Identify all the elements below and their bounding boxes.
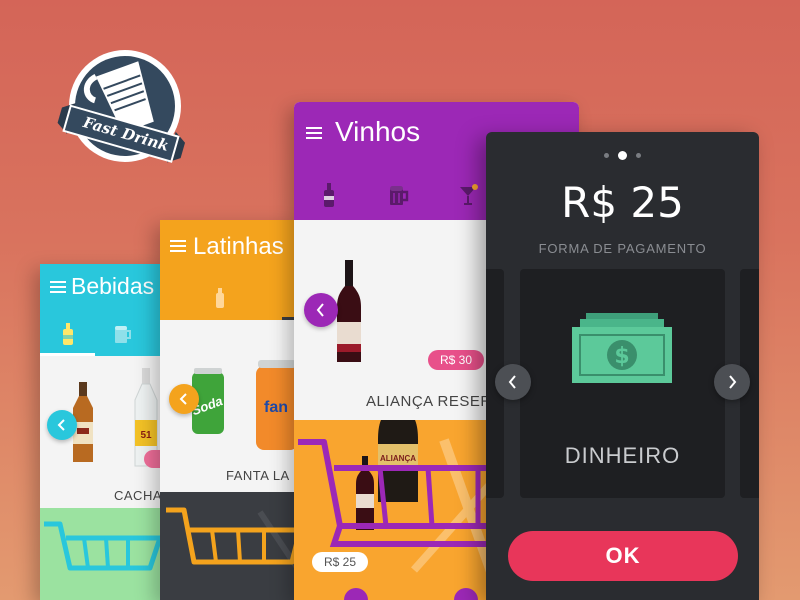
- menu-icon[interactable]: [50, 281, 66, 293]
- wine-bottle-image: [337, 260, 361, 362]
- bebidas-cart-area: [40, 508, 170, 600]
- bottle-icon: [324, 183, 334, 207]
- product-name: ALIANÇA RESER: [366, 393, 492, 410]
- tab-beers[interactable]: [95, 312, 150, 356]
- payment-method-label: FORMA DE PAGAMENTO: [538, 241, 707, 256]
- beer-mug-icon: [390, 186, 409, 205]
- page-dot[interactable]: [636, 153, 641, 158]
- chevron-left-icon: [179, 393, 187, 405]
- previous-product-button[interactable]: [304, 293, 338, 327]
- bottle-icon: [216, 287, 224, 308]
- page-indicator: [486, 151, 759, 160]
- bebidas-tabs: [40, 312, 170, 356]
- svg-text:$: $: [614, 344, 629, 369]
- latinhas-cart-area: [160, 492, 300, 600]
- payment-method-name: DINHEIRO: [564, 443, 681, 468]
- previous-product-button[interactable]: [47, 410, 77, 440]
- latinhas-screen: Latinhas Soda fan FANTA LA: [160, 220, 300, 600]
- bebidas-product-area: 51 CACHAÇ: [40, 356, 170, 508]
- cocktail-icon: [460, 184, 478, 205]
- previous-method-button[interactable]: [495, 364, 531, 400]
- beer-mug-icon: [114, 326, 131, 343]
- total-amount: R$ 25: [561, 178, 684, 227]
- menu-icon[interactable]: [170, 240, 186, 252]
- payment-screen: R$ 25 FORMA DE PAGAMENTO $ DINHEIRO OK: [486, 132, 759, 600]
- page-dot-active[interactable]: [618, 151, 627, 160]
- cash-icon: $: [572, 313, 672, 383]
- tab-bottles[interactable]: [160, 275, 280, 320]
- cart-icon: [44, 521, 163, 571]
- tab-beers[interactable]: [364, 170, 434, 220]
- chevron-left-icon: [57, 419, 65, 431]
- next-method-button[interactable]: [714, 364, 750, 400]
- menu-icon[interactable]: [306, 127, 322, 139]
- fast-drink-logo: Fast Drink: [50, 38, 190, 178]
- bebidas-screen: Bebidas 51 CACHAÇ: [40, 264, 170, 600]
- latinhas-title: Latinhas: [193, 233, 284, 260]
- svg-text:ALIANÇA: ALIANÇA: [380, 454, 416, 463]
- ok-button[interactable]: OK: [508, 531, 738, 581]
- chevron-left-icon: [508, 375, 516, 389]
- bebidas-title: Bebidas: [71, 273, 155, 299]
- bottle-icon: [62, 323, 73, 345]
- latinhas-product-area: Soda fan FANTA LA: [160, 320, 300, 492]
- payment-option-cash[interactable]: $ DINHEIRO: [520, 269, 725, 498]
- bebidas-header: Bebidas: [40, 264, 170, 356]
- page-dot[interactable]: [604, 153, 609, 158]
- product-name: FANTA LA: [226, 468, 290, 483]
- tab-bottles[interactable]: [294, 170, 364, 220]
- previous-product-button[interactable]: [169, 384, 199, 414]
- tab-bottles[interactable]: [40, 312, 95, 356]
- cart-icon: [166, 507, 300, 574]
- svg-text:51: 51: [140, 430, 152, 441]
- price-tag: R$ 30: [428, 350, 485, 370]
- latinhas-header: Latinhas: [160, 220, 300, 320]
- chevron-left-icon: [316, 303, 324, 317]
- svg-text:fan: fan: [264, 399, 288, 416]
- chevron-right-icon: [729, 375, 737, 389]
- vinhos-title: Vinhos: [335, 116, 421, 147]
- cart-price-tag: R$ 25: [312, 552, 369, 572]
- latinhas-tabs: [160, 275, 300, 320]
